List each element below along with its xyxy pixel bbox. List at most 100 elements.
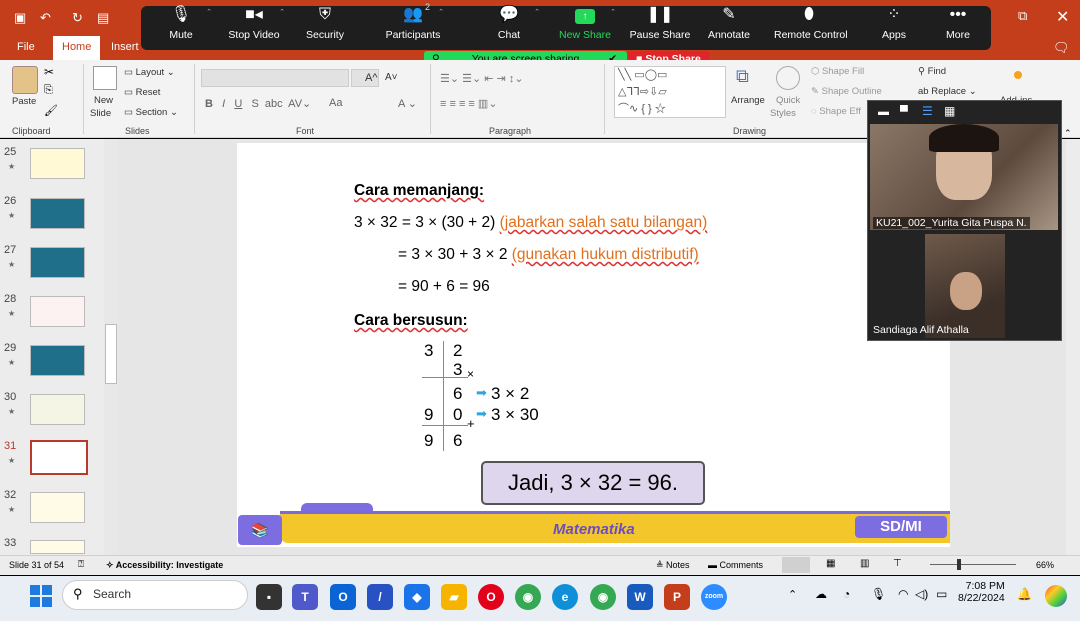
volume-icon[interactable]: ◁) — [915, 587, 928, 601]
decrease-font-button[interactable]: A˅ — [385, 72, 398, 83]
tab-home[interactable]: Home — [53, 36, 101, 60]
quick-styles-button[interactable]: Quick — [776, 95, 800, 106]
tray-app-icon[interactable]: ◔ — [843, 587, 850, 601]
shape-fill-button[interactable]: ⬡ Shape Fill — [811, 66, 864, 77]
chrome-profile-icon[interactable]: ◉ — [590, 584, 616, 610]
app-icon[interactable]: / — [367, 584, 393, 610]
widgets-icon[interactable] — [1045, 585, 1067, 607]
redo-icon[interactable]: ↻ — [72, 10, 83, 26]
opera-icon[interactable]: O — [478, 584, 504, 610]
chat-button[interactable]: 💬 Chat ⌃ — [474, 0, 544, 44]
gallery-view-icon[interactable]: ▦ — [944, 104, 955, 118]
replace-button[interactable]: ab Replace ⌄ — [918, 86, 977, 97]
windows-start-icon[interactable] — [30, 585, 52, 607]
tray-cloud-icon[interactable]: ☁ — [815, 587, 827, 601]
slide-thumbnail-32[interactable] — [30, 492, 85, 523]
quick-styles-button-line2[interactable]: Styles — [770, 108, 796, 119]
cut-icon[interactable]: ✂ — [44, 65, 54, 79]
pause-share-button[interactable]: ❚❚ Pause Share — [625, 0, 695, 44]
wifi-icon[interactable]: ◠ — [898, 587, 908, 601]
stop-video-button[interactable]: ■◂ Stop Video ⌃ — [219, 0, 289, 44]
chrome-icon[interactable]: ◉ — [515, 584, 541, 610]
zoom-level[interactable]: 66% — [1036, 560, 1054, 570]
reading-view-icon[interactable]: ▥ — [860, 558, 869, 569]
strip-view-icon[interactable]: ☰ — [922, 104, 933, 118]
new-share-button[interactable]: ↑ New Share ⌃ — [550, 0, 620, 44]
tray-chevron-icon[interactable]: ⌃ — [788, 588, 797, 601]
align-buttons[interactable]: ≡ ≡ ≡ ≡ ▥⌄ — [440, 97, 498, 110]
more-button[interactable]: ••• More — [923, 0, 993, 44]
notes-button[interactable]: ≜ Notes — [656, 560, 690, 571]
close-icon[interactable]: ✕ — [1056, 7, 1069, 27]
slideshow-icon[interactable]: ⊤ — [893, 558, 902, 569]
arrange-button[interactable]: Arrange — [731, 95, 765, 106]
teams-icon[interactable]: T — [292, 584, 318, 610]
save-icon[interactable]: ▣ — [14, 10, 26, 26]
accessibility-status[interactable]: ✧ Accessibility: Investigate — [106, 560, 223, 571]
new-slide-button-line2[interactable]: Slide — [90, 108, 111, 119]
notes-check-icon[interactable]: ⍰ — [78, 559, 84, 570]
bullets-buttons[interactable]: ☰⌄ ☰⌄ ⇤ ⇥ ↕⌄ — [440, 72, 524, 85]
slide-thumbnail-27[interactable] — [30, 247, 85, 278]
paste-button[interactable]: Paste — [12, 96, 36, 107]
shape-outline-button[interactable]: ✎ Shape Outline — [811, 86, 882, 97]
security-button[interactable]: ⛨ Security — [290, 0, 360, 44]
microphone-tray-icon[interactable]: 🎙 — [871, 587, 886, 601]
undo-icon[interactable]: ↶ — [40, 10, 51, 26]
minimize-icon[interactable]: ⧉ — [1018, 8, 1027, 24]
slide-thumbnail-26[interactable] — [30, 198, 85, 229]
slide-thumbnail-29[interactable] — [30, 345, 85, 376]
new-slide-button[interactable]: New — [94, 95, 113, 106]
zoom-slider[interactable] — [930, 564, 1016, 565]
tab-file[interactable]: File — [17, 41, 35, 53]
edge-icon[interactable]: e — [552, 584, 578, 610]
present-icon[interactable]: ▤ — [97, 10, 109, 26]
outlook-icon[interactable]: O — [330, 584, 356, 610]
slide-thumbnail-28[interactable] — [30, 296, 85, 327]
battery-icon[interactable]: ▭ — [936, 587, 947, 601]
zoom-icon[interactable]: zoom — [701, 584, 727, 610]
zoom-slider-thumb[interactable] — [957, 559, 961, 570]
participants-button[interactable]: 👥 2 Participants ⌃ — [378, 0, 448, 44]
task-view-icon[interactable]: ▪ — [256, 584, 282, 610]
powerpoint-icon[interactable]: P — [664, 584, 690, 610]
comment-icon[interactable]: 🗨 — [1053, 40, 1070, 56]
change-case-button[interactable]: Aa — [329, 97, 342, 109]
notification-bell-icon[interactable]: 🔔 — [1017, 587, 1032, 601]
reset-button[interactable]: ▭ Reset — [124, 87, 160, 98]
comments-button[interactable]: ▬ Comments — [708, 560, 763, 570]
copilot-icon[interactable]: ◆ — [404, 584, 430, 610]
taskbar-search[interactable] — [62, 580, 248, 610]
tab-insert[interactable]: Insert — [111, 41, 139, 53]
file-explorer-icon[interactable]: ▰ — [441, 584, 467, 610]
layout-button[interactable]: ▭ Layout ⌄ — [124, 67, 175, 78]
scroll-thumb[interactable] — [105, 324, 117, 384]
remote-control-button[interactable]: ⬮ Remote Control — [774, 0, 848, 44]
slide-thumbnail-31[interactable] — [30, 440, 88, 475]
system-clock[interactable]: 7:08 PM 8/22/2024 — [958, 580, 1005, 604]
font-format-buttons[interactable]: B I U S abc AV⌄ — [205, 97, 314, 110]
increase-font-button[interactable]: A^ — [365, 72, 378, 84]
shapes-gallery[interactable]: ╲╲ ▭◯▭ △ᒣᒣ⇨⇩▱ ⌒∿ { } ☆ — [614, 66, 726, 118]
section-button[interactable]: ▭ Section ⌄ — [124, 107, 178, 118]
slide-sorter-icon[interactable]: ▦ — [826, 558, 835, 569]
font-color-button[interactable]: A ⌄ — [398, 97, 417, 110]
mute-button[interactable]: 🎙 Mute ⌃ — [146, 0, 216, 44]
collapse-ribbon-icon[interactable]: ⌃ — [1064, 128, 1072, 139]
canvas-scrollbar[interactable] — [1066, 139, 1080, 555]
copy-icon[interactable]: ⎘ — [44, 84, 53, 97]
slide-thumbnail-33[interactable] — [30, 540, 85, 554]
slide-thumbnail-30[interactable] — [30, 394, 85, 425]
find-button[interactable]: ⚲ Find — [918, 66, 946, 77]
annotate-button[interactable]: ✎ Annotate — [694, 0, 764, 44]
speaker-view-icon[interactable]: ▀ — [900, 106, 908, 118]
shape-effects-button[interactable]: ◌ Shape Eff — [811, 106, 861, 117]
slide-thumbnail-25[interactable] — [30, 148, 85, 179]
word-icon[interactable]: W — [627, 584, 653, 610]
format-painter-icon[interactable]: 🖌 — [44, 104, 58, 117]
notes-icon: ≜ — [656, 560, 667, 570]
font-name-input[interactable] — [201, 69, 349, 87]
apps-button[interactable]: ⁘ Apps — [859, 0, 929, 44]
minimize-video-icon[interactable]: ▬ — [878, 106, 889, 118]
normal-view-button[interactable] — [782, 557, 810, 573]
